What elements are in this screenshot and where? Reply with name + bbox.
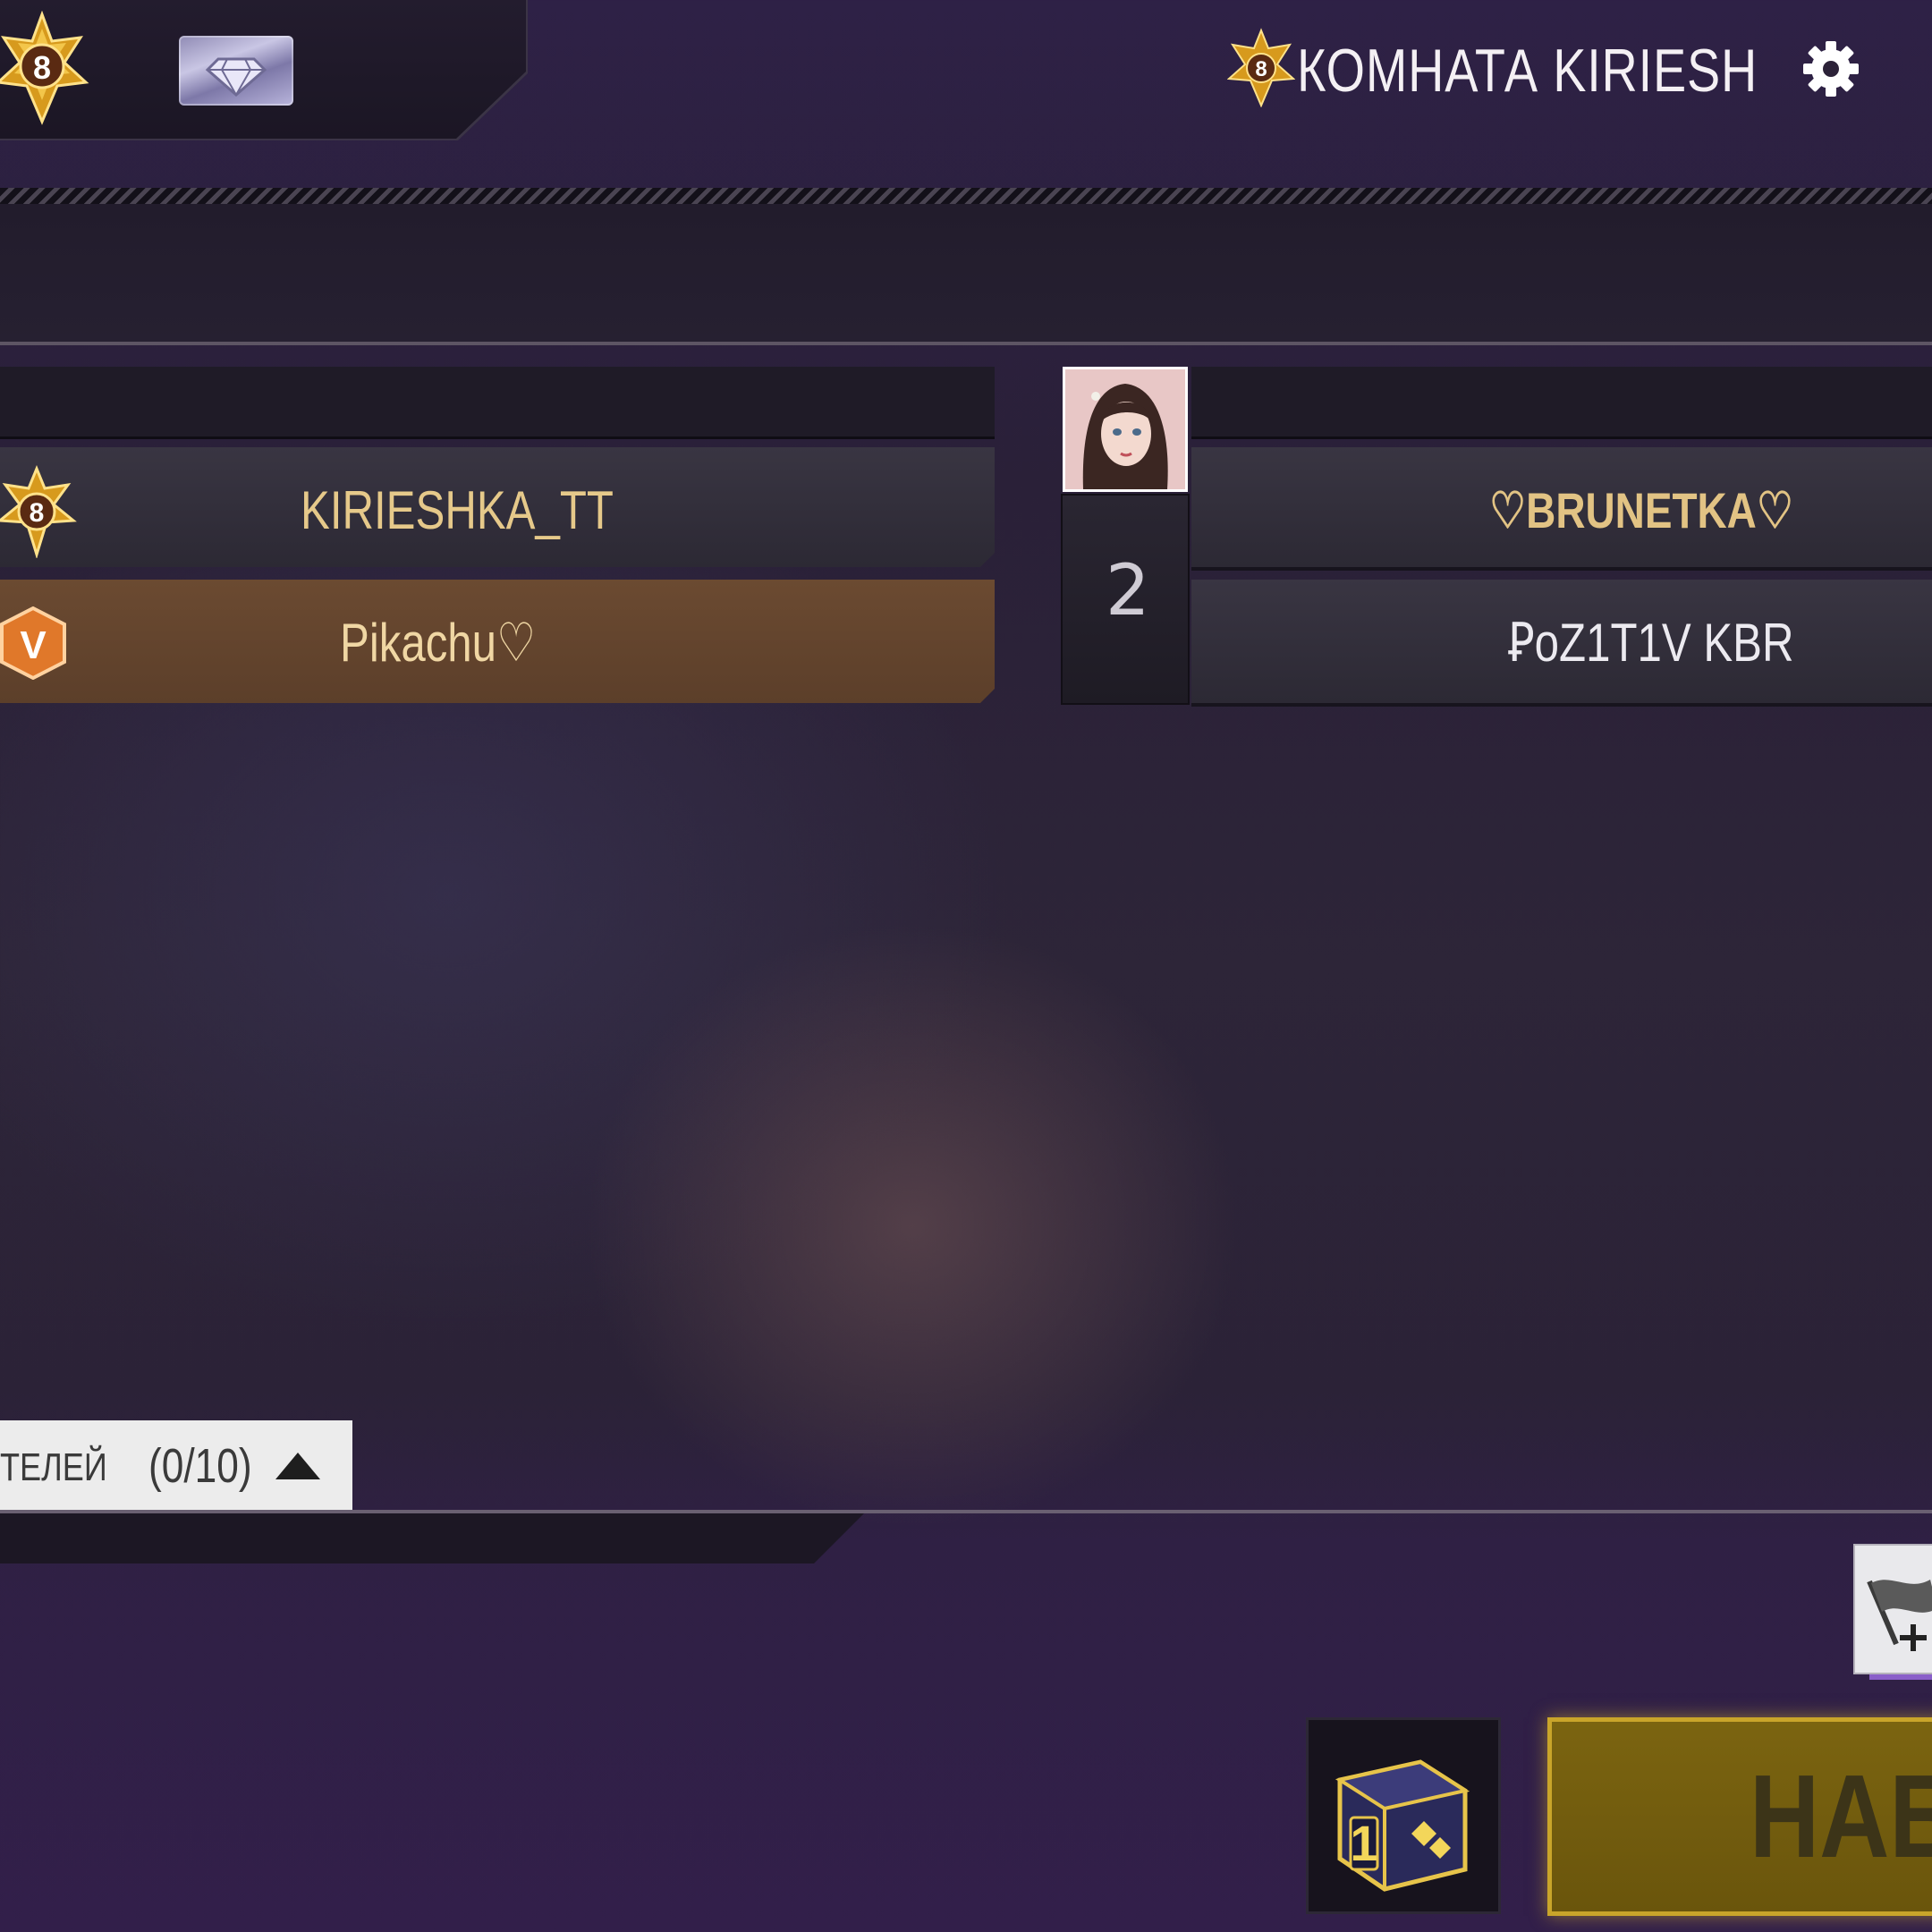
svg-text:8: 8 — [1255, 57, 1267, 81]
header-band — [0, 204, 1932, 343]
diamond-card[interactable] — [179, 36, 293, 106]
team-right-header — [1191, 367, 1932, 439]
svg-text:V: V — [20, 623, 47, 667]
avatar-portrait-icon — [1065, 369, 1185, 489]
start-button-label: НАБ — [1750, 1750, 1932, 1882]
room-rank-icon: 8 — [1227, 28, 1295, 107]
room-title: КОМНАТА KIRIESH — [1297, 37, 1758, 105]
gear-icon[interactable] — [1800, 38, 1862, 100]
player-avatar[interactable] — [1063, 367, 1188, 492]
rank-badge-icon[interactable]: 8 — [0, 11, 91, 127]
flag-underline — [1869, 1674, 1932, 1680]
bottom-divider — [0, 1510, 1932, 1513]
spectators-label: ТЕЛЕЙ — [0, 1445, 107, 1489]
band-divider — [0, 342, 1932, 345]
svg-text:1: 1 — [1350, 1815, 1377, 1871]
dice-cube-icon: 1 — [1335, 1759, 1470, 1892]
team-number: 2 — [1106, 551, 1150, 631]
verified-v-badge-icon: V — [0, 606, 66, 680]
hatched-divider — [0, 188, 1932, 204]
player-name: Pikachu♡ — [340, 613, 537, 673]
add-flag-button[interactable] — [1853, 1544, 1932, 1674]
player-name: ♡BRUNETKA♡ — [1489, 482, 1793, 538]
rank-level: 8 — [33, 49, 51, 86]
player-name: KIRIESHKA_TT — [301, 480, 614, 540]
svg-text:8: 8 — [30, 498, 45, 528]
diamond-icon — [205, 57, 267, 97]
bottom-plate — [0, 1513, 864, 1563]
flag-plus-icon — [1867, 1580, 1932, 1651]
chevron-up-icon[interactable] — [274, 1449, 322, 1483]
team-left-header — [0, 367, 995, 439]
rank-badge-icon: 8 — [0, 465, 77, 558]
spectators-count: (0/10) — [148, 1439, 252, 1493]
player-name: ꝐoZ1T1V KBR — [1508, 613, 1794, 673]
